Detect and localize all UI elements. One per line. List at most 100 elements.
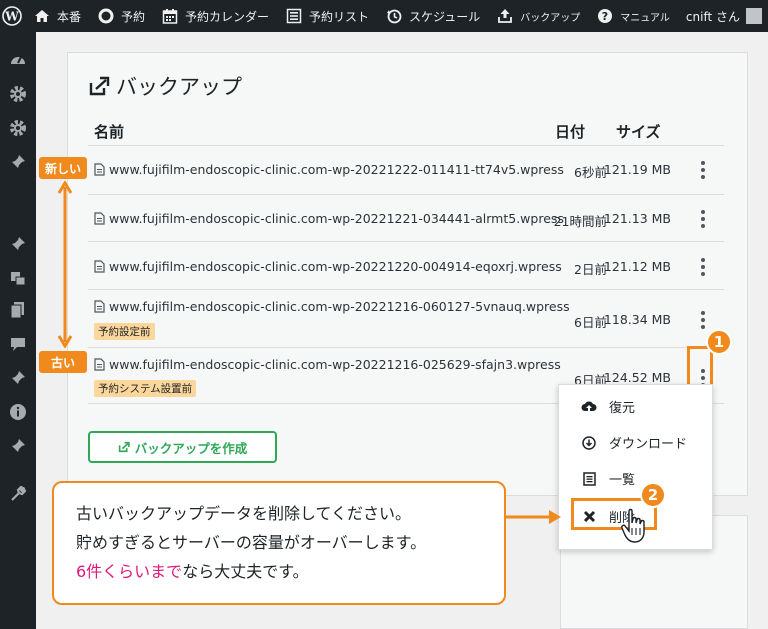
column-header-name: 名前 bbox=[94, 123, 125, 141]
download-icon bbox=[581, 435, 597, 450]
order-arrow-icon bbox=[57, 181, 73, 348]
backup-file-name[interactable]: www.fujifilm-endoscopic-clinic.com-wp-20… bbox=[94, 357, 561, 372]
adminbar-home-label: 本番 bbox=[56, 9, 81, 24]
pin-icon[interactable] bbox=[8, 234, 28, 254]
list-icon bbox=[581, 471, 597, 486]
pages-icon[interactable] bbox=[8, 300, 28, 320]
backup-size: 121.12 MB bbox=[603, 259, 671, 274]
pin-icon[interactable] bbox=[8, 368, 28, 388]
backup-file-name[interactable]: www.fujifilm-endoscopic-clinic.com-wp-20… bbox=[94, 259, 562, 274]
table-row: www.fujifilm-endoscopic-clinic.com-wp-20… bbox=[88, 241, 724, 289]
export-icon bbox=[88, 75, 110, 97]
comment-icon[interactable] bbox=[8, 334, 28, 354]
menu-item-restore[interactable]: 復元 bbox=[581, 397, 635, 416]
adminbar-calendar-label: 予約カレンダー bbox=[185, 9, 270, 24]
menu-item-list-label: 一覧 bbox=[609, 473, 636, 488]
info-icon[interactable] bbox=[8, 402, 28, 422]
create-backup-label: バックアップを作成 bbox=[134, 440, 248, 456]
export-icon bbox=[118, 441, 130, 453]
pointer-arrow-icon bbox=[505, 510, 561, 524]
column-header-size: サイズ bbox=[616, 123, 661, 141]
newest-label: 新しい bbox=[39, 157, 87, 179]
pin-icon[interactable] bbox=[8, 436, 28, 456]
adminbar-reserve-label: 予約 bbox=[121, 9, 146, 24]
gear-icon[interactable] bbox=[8, 118, 28, 138]
adminbar-user[interactable]: cnift さん bbox=[678, 0, 768, 32]
wordpress-logo-icon[interactable]: W bbox=[0, 0, 25, 32]
help-icon: ? bbox=[596, 7, 614, 25]
backup-tag: 予約設定前 bbox=[94, 323, 155, 340]
adminbar-reserve[interactable]: 予約 bbox=[89, 0, 153, 32]
menu-item-restore-label: 復元 bbox=[609, 401, 636, 416]
table-row: www.fujifilm-endoscopic-clinic.com-wp-20… bbox=[88, 289, 724, 347]
pin-icon[interactable] bbox=[8, 152, 28, 172]
list-icon bbox=[285, 7, 303, 25]
table-row: www.fujifilm-endoscopic-clinic.com-wp-20… bbox=[88, 145, 724, 194]
more-options-icon[interactable] bbox=[691, 158, 715, 182]
cloud-upload-icon bbox=[581, 400, 597, 414]
adminbar-list-label: 予約リスト bbox=[309, 9, 370, 24]
backup-file-name[interactable]: www.fujifilm-endoscopic-clinic.com-wp-20… bbox=[94, 162, 564, 177]
media-icon[interactable] bbox=[8, 268, 28, 288]
calendar-icon bbox=[161, 7, 179, 25]
file-name-text: www.fujifilm-endoscopic-clinic.com-wp-20… bbox=[109, 259, 562, 274]
instruction-note: 古いバックアップデータを削除してください。 貯めすぎるとサーバーの容量がオーバー… bbox=[52, 481, 506, 605]
backup-size: 124.52 MB bbox=[603, 370, 671, 385]
avatar bbox=[746, 8, 762, 24]
note-line-1: 古いバックアップデータを削除してください。 bbox=[76, 504, 412, 523]
svg-text:W: W bbox=[5, 10, 20, 24]
note-line-2: 貯めすぎるとサーバーの容量がオーバーします。 bbox=[76, 533, 427, 552]
file-name-text: www.fujifilm-endoscopic-clinic.com-wp-20… bbox=[109, 211, 564, 226]
adminbar-calendar[interactable]: 予約カレンダー bbox=[153, 0, 277, 32]
note-highlight: 6件くらいまで bbox=[76, 562, 183, 581]
adminbar-schedule[interactable]: スケジュール bbox=[377, 0, 488, 32]
adminbar-home[interactable]: 本番 bbox=[25, 0, 89, 32]
note-line-3-rest: なら大丈夫です。 bbox=[182, 562, 309, 581]
more-options-icon[interactable] bbox=[691, 308, 715, 332]
backup-tag: 予約システム設置前 bbox=[94, 380, 197, 397]
tools-icon[interactable] bbox=[8, 484, 28, 504]
backup-file-name[interactable]: www.fujifilm-endoscopic-clinic.com-wp-20… bbox=[94, 299, 570, 314]
clock-icon bbox=[385, 7, 403, 25]
svg-text:?: ? bbox=[602, 10, 608, 23]
circle-icon bbox=[97, 7, 115, 25]
adminbar-manual-label: マニュアル bbox=[620, 12, 670, 24]
admin-sidebar bbox=[0, 32, 36, 629]
hand-cursor-icon bbox=[621, 508, 645, 543]
backup-size: 121.19 MB bbox=[603, 162, 671, 177]
file-name-text: www.fujifilm-endoscopic-clinic.com-wp-20… bbox=[109, 357, 561, 372]
file-icon bbox=[94, 212, 105, 225]
backup-size: 118.34 MB bbox=[603, 312, 671, 327]
menu-item-download[interactable]: ダウンロード bbox=[581, 433, 687, 452]
menu-item-download-label: ダウンロード bbox=[609, 437, 688, 452]
admin-bar: W 本番 予約 予約カレンダー 予約リスト スケジュール バックアップ ? マニ… bbox=[0, 0, 768, 32]
gear-icon[interactable] bbox=[8, 84, 28, 104]
more-options-icon[interactable] bbox=[691, 207, 715, 231]
adminbar-manual[interactable]: ? マニュアル bbox=[588, 0, 678, 32]
step-badge-1: 1 bbox=[706, 329, 732, 355]
page-title: バックアップ bbox=[88, 71, 242, 101]
home-icon bbox=[33, 7, 51, 25]
backup-size: 121.13 MB bbox=[603, 211, 671, 226]
adminbar-schedule-label: スケジュール bbox=[409, 9, 481, 24]
adminbar-user-label: cnift さん bbox=[685, 9, 740, 24]
file-icon bbox=[94, 358, 105, 371]
step-badge-2: 2 bbox=[640, 482, 666, 508]
file-icon bbox=[94, 163, 105, 176]
oldest-label: 古い bbox=[39, 351, 87, 373]
more-options-icon[interactable] bbox=[691, 255, 715, 279]
close-icon bbox=[581, 510, 597, 523]
adminbar-list[interactable]: 予約リスト bbox=[277, 0, 377, 32]
note-line-3: 6件くらいまでなら大丈夫です。 bbox=[76, 557, 482, 586]
menu-item-list[interactable]: 一覧 bbox=[581, 469, 635, 488]
page-title-text: バックアップ bbox=[116, 75, 242, 99]
adminbar-backup[interactable]: バックアップ bbox=[488, 0, 588, 32]
table-row: www.fujifilm-endoscopic-clinic.com-wp-20… bbox=[88, 194, 724, 241]
column-header-date: 日付 bbox=[555, 123, 586, 141]
upload-icon bbox=[496, 7, 514, 25]
file-icon bbox=[94, 300, 105, 313]
file-name-text: www.fujifilm-endoscopic-clinic.com-wp-20… bbox=[109, 299, 570, 314]
create-backup-button[interactable]: バックアップを作成 bbox=[88, 431, 277, 463]
backup-file-name[interactable]: www.fujifilm-endoscopic-clinic.com-wp-20… bbox=[94, 211, 564, 226]
dashboard-icon[interactable] bbox=[8, 50, 28, 70]
